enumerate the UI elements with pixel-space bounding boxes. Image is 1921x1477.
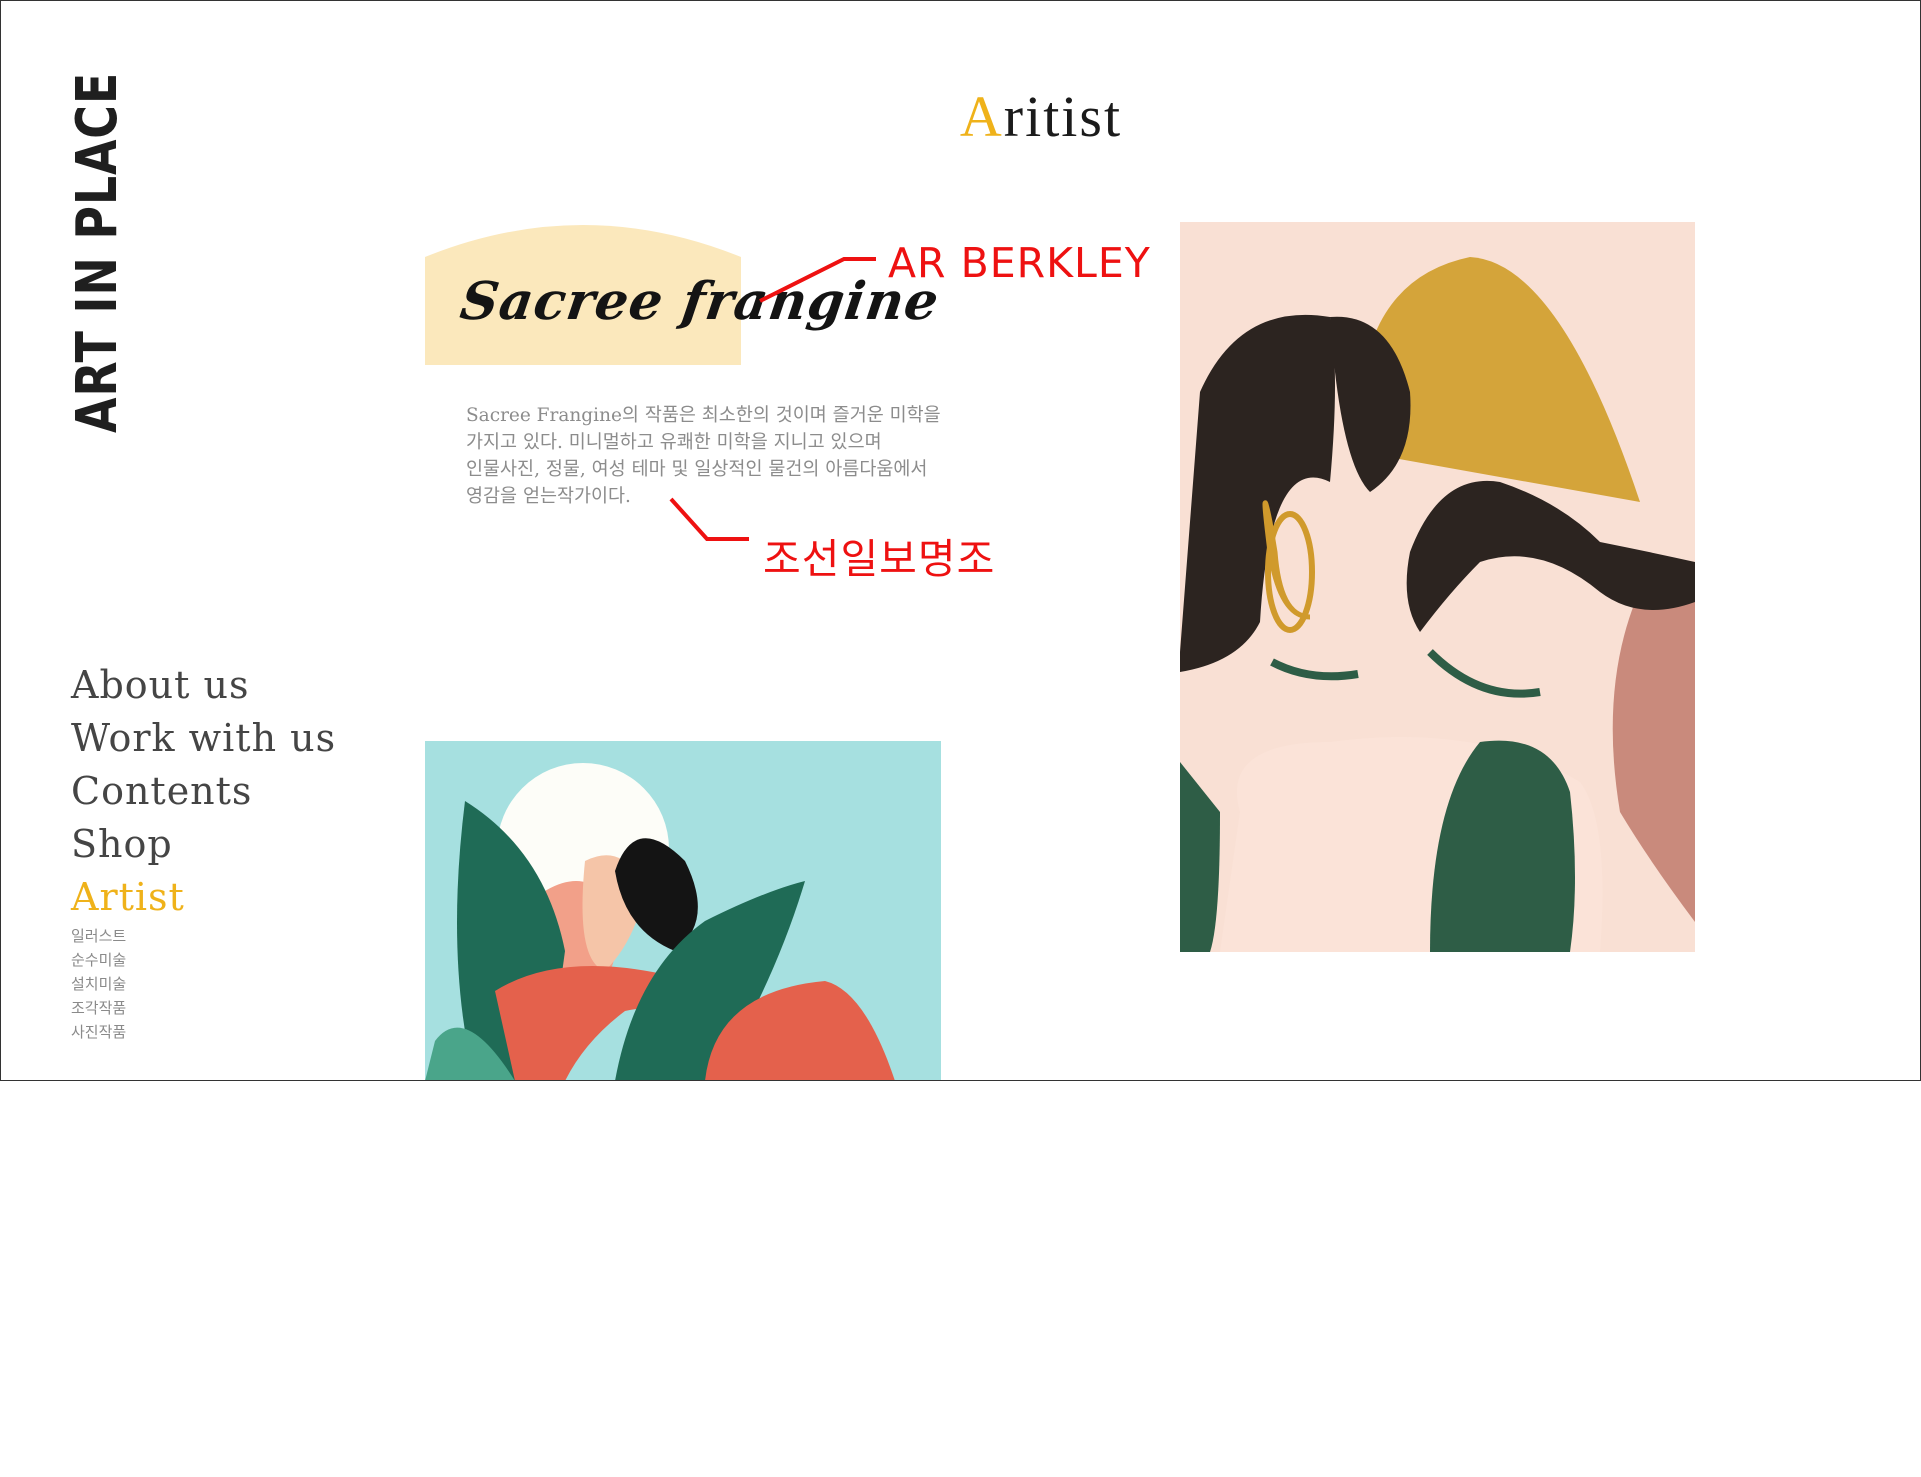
- annotation-line-title-font: [759, 257, 876, 303]
- page-frame: ART IN PLACE Aritist About us Work with …: [0, 0, 1921, 1081]
- artwork-two-women[interactable]: [1180, 222, 1695, 952]
- nav-item-work-with-us[interactable]: Work with us: [71, 712, 336, 765]
- artwork-woman-with-leaves[interactable]: [425, 741, 941, 1081]
- nav-item-about-us[interactable]: About us: [71, 659, 336, 712]
- artist-subnav: 일러스트 순수미술 설치미술 조각작품 사진작품: [71, 924, 336, 1044]
- annotation-title-font: AR BERKLEY: [888, 239, 1151, 287]
- subnav-item-sculpture[interactable]: 조각작품: [71, 996, 336, 1020]
- annotation-line-body-font: [669, 497, 749, 541]
- nav-item-shop[interactable]: Shop: [71, 818, 336, 871]
- page-title: Aritist: [1, 83, 1920, 150]
- page-title-accent-letter: A: [959, 84, 1004, 149]
- annotation-body-font: 조선일보명조: [763, 535, 996, 583]
- subnav-item-installation-art[interactable]: 설치미술: [71, 972, 336, 996]
- nav-item-artist[interactable]: Artist: [71, 871, 336, 924]
- subnav-item-illustration[interactable]: 일러스트: [71, 924, 336, 948]
- page-title-rest: ritist: [1003, 84, 1123, 149]
- subnav-item-fine-art[interactable]: 순수미술: [71, 948, 336, 972]
- main-nav: About us Work with us Contents Shop Arti…: [71, 659, 336, 1044]
- nav-item-contents[interactable]: Contents: [71, 765, 336, 818]
- artist-description: Sacree Frangine의 작품은 최소한의 것이며 즐거운 미학을 가지…: [466, 404, 941, 507]
- subnav-item-photography[interactable]: 사진작품: [71, 1020, 336, 1044]
